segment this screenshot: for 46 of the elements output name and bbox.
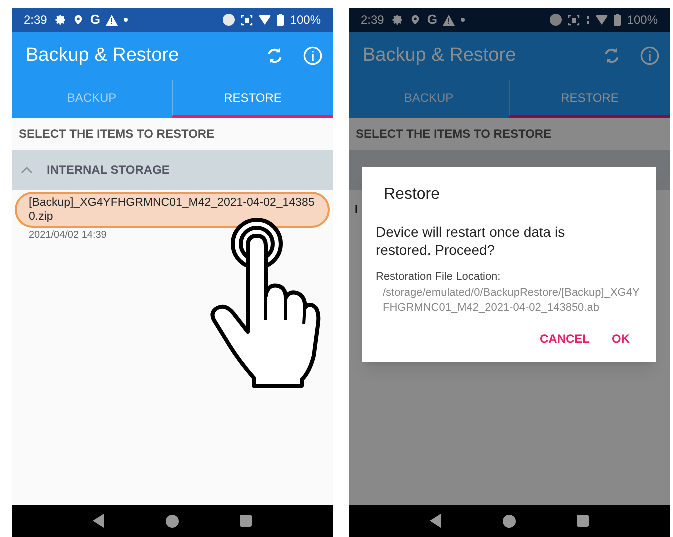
group-header[interactable]: INTERNAL STORAGE: [12, 150, 333, 190]
recents-icon[interactable]: [240, 515, 252, 527]
warning-icon: [443, 14, 456, 26]
pin-icon: [73, 14, 84, 26]
gear-icon: [55, 14, 68, 26]
home-icon[interactable]: [166, 514, 179, 528]
status-google-glyph: G: [427, 11, 438, 30]
dialog-title: Restore: [383, 185, 442, 205]
app-title: Backup & Restore: [363, 44, 516, 68]
recents-icon[interactable]: [577, 515, 590, 527]
app-title: Backup & Restore: [26, 44, 180, 68]
back-icon[interactable]: [430, 514, 442, 528]
pin-icon: [410, 14, 422, 26]
battery-percent: 100%: [627, 12, 658, 29]
dialog-message: Device will restart once data is restored. Proceed?: [376, 223, 566, 259]
dialog-action[interactable]: OK: [608, 328, 634, 350]
scan-icon: [568, 14, 580, 26]
tab[interactable]: RESTORE: [509, 80, 670, 118]
location-label: Restoration File Location:: [376, 270, 502, 285]
list-item-text: I: [355, 202, 358, 218]
status-time: 2:39: [361, 12, 384, 29]
backup-date: 2021/04/02 14:39: [28, 229, 108, 243]
dialog-action[interactable]: CANCEL: [536, 328, 594, 350]
wifi-icon: [259, 15, 272, 25]
info-button[interactable]: [303, 46, 323, 66]
back-icon[interactable]: [92, 514, 105, 528]
status-time: 2:39: [24, 12, 48, 29]
gear-icon: [392, 14, 404, 26]
warning-icon: [106, 14, 118, 26]
home-icon[interactable]: [502, 514, 516, 528]
wifi-icon: [596, 15, 608, 25]
file-location: /storage/emulated/0/BackupRestore/[Backup]_XG4YFHGRMNC01_M42_2021-04-02_143850.ab: [382, 286, 641, 316]
status-google-glyph: G: [90, 11, 100, 30]
info-icon: [303, 46, 323, 66]
vibrate-icon: [586, 15, 590, 25]
scan-icon: [241, 14, 254, 26]
section-prompt: SELECT THE ITEMS TO RESTORE: [356, 126, 552, 143]
section-prompt: SELECT THE ITEMS TO RESTORE: [19, 126, 215, 143]
info-button[interactable]: [640, 46, 660, 66]
battery-icon: [614, 14, 622, 26]
battery-percent: 100%: [290, 12, 321, 29]
info-icon: [640, 46, 660, 66]
chevron-icon: [21, 166, 33, 174]
battery-icon: [277, 14, 284, 26]
backup-file-item[interactable]: [Backup]_XG4YFHGRMNC01_M42_2021-04-02_143850.zip: [15, 192, 330, 228]
tab[interactable]: RESTORE: [172, 80, 333, 118]
